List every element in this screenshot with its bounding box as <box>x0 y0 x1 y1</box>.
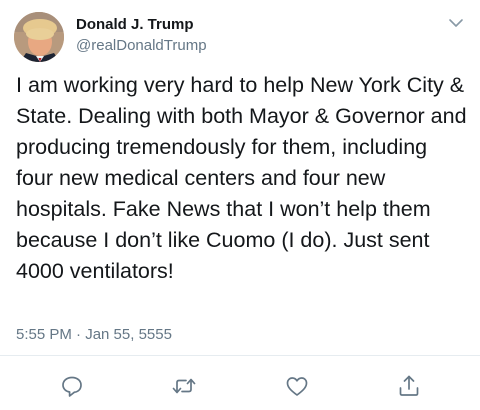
user-names: Donald J. Trump @realDonaldTrump <box>76 15 207 55</box>
tweet-card: Donald J. Trump @realDonaldTrump I am wo… <box>0 0 480 410</box>
user-handle[interactable]: @realDonaldTrump <box>76 36 207 55</box>
tweet-text: I am working very hard to help New York … <box>16 73 467 283</box>
tweet-actions <box>0 372 480 400</box>
avatar[interactable] <box>14 12 64 62</box>
retweet-icon[interactable] <box>170 372 198 400</box>
display-name[interactable]: Donald J. Trump <box>76 15 207 34</box>
reply-icon[interactable] <box>58 372 86 400</box>
tweet-timestamp[interactable]: 5:55 PM · Jan 55, 5555 <box>16 326 172 343</box>
share-icon[interactable] <box>395 372 423 400</box>
divider <box>0 355 480 356</box>
avatar-image <box>14 12 64 62</box>
tweet-header: Donald J. Trump @realDonaldTrump <box>14 12 466 64</box>
chevron-down-icon[interactable] <box>446 16 466 30</box>
heart-icon[interactable] <box>283 372 311 400</box>
